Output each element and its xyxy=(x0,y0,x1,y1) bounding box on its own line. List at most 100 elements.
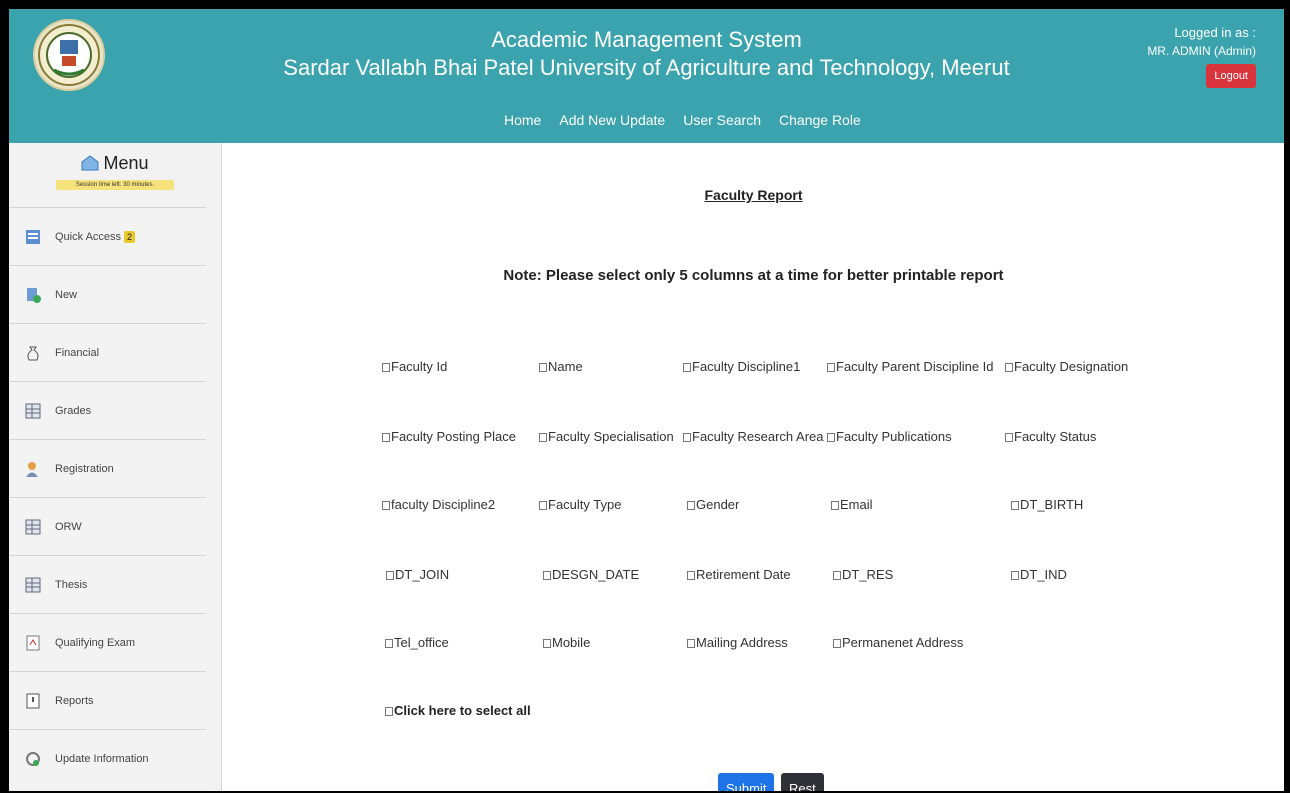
column-checkbox[interactable]: DT_RES xyxy=(833,567,893,582)
checkbox-box[interactable] xyxy=(543,571,551,580)
sidebar-item-orw[interactable]: ORW xyxy=(9,497,206,555)
sidebar-menu: Quick Access 2 New Financial Grades Regi… xyxy=(9,207,206,787)
column-checkbox[interactable]: Email xyxy=(831,497,873,512)
column-checkbox[interactable]: Faculty Specialisation xyxy=(539,429,674,444)
column-checkbox[interactable]: Faculty Type xyxy=(539,497,621,512)
column-checkbox[interactable]: DT_BIRTH xyxy=(1011,497,1083,512)
checkbox-label: Faculty Designation xyxy=(1014,359,1129,374)
nav-home[interactable]: Home xyxy=(495,112,550,128)
column-checkbox[interactable]: Name xyxy=(539,359,583,374)
checkbox-box[interactable] xyxy=(539,501,547,510)
checkbox-box[interactable] xyxy=(1005,363,1013,372)
sidebar-item-thesis[interactable]: Thesis xyxy=(9,555,206,613)
checkbox-label: DT_IND xyxy=(1020,567,1067,582)
sidebar-item-label: Thesis xyxy=(55,578,88,591)
checkbox-label: Email xyxy=(840,497,873,512)
checkbox-box[interactable] xyxy=(543,639,551,648)
column-checkbox[interactable]: DT_JOIN xyxy=(386,567,449,582)
column-checkbox[interactable]: Faculty Posting Place xyxy=(382,429,516,444)
checkbox-box[interactable] xyxy=(382,433,390,442)
sidebar-item-new[interactable]: New xyxy=(9,265,206,323)
sidebar-item-financial[interactable]: Financial xyxy=(9,323,206,381)
column-checkbox[interactable]: Faculty Status xyxy=(1005,429,1096,444)
grid-icon xyxy=(25,577,41,593)
note-text: Note: Please select only 5 columns at a … xyxy=(503,267,1004,284)
sidebar-item-registration[interactable]: Registration xyxy=(9,439,206,497)
checkbox-box[interactable] xyxy=(1011,501,1019,510)
column-checkbox[interactable]: Faculty Parent Discipline Id xyxy=(827,359,994,374)
checkbox-box[interactable] xyxy=(386,571,394,580)
sidebar-item-label: Registration xyxy=(55,462,114,475)
checkbox-label: Gender xyxy=(696,497,740,512)
grid-icon xyxy=(25,519,41,535)
login-info: Logged in as : MR. ADMIN (Admin) Logout xyxy=(1076,25,1256,88)
checkbox-box[interactable] xyxy=(687,639,695,648)
checkbox-box[interactable] xyxy=(833,571,841,580)
column-checkbox[interactable]: Faculty Discipline1 xyxy=(683,359,800,374)
top-nav: Home Add New Update User Search Change R… xyxy=(495,99,870,141)
money-bag-icon xyxy=(25,345,41,361)
grid-icon xyxy=(25,403,41,419)
submit-button[interactable]: Submit xyxy=(718,773,775,791)
checkbox-label: DESGN_DATE xyxy=(552,567,640,582)
checkbox-box[interactable] xyxy=(1011,571,1019,580)
checkbox-box[interactable] xyxy=(827,433,835,442)
column-checkbox[interactable]: Mobile xyxy=(543,635,590,650)
quick-access-icon xyxy=(25,229,41,245)
checkbox-box[interactable] xyxy=(687,501,695,510)
sidebar-item-update-information[interactable]: Update Information xyxy=(9,729,206,787)
sidebar-item-quick-access[interactable]: Quick Access 2 xyxy=(9,207,206,265)
column-checkbox[interactable]: DESGN_DATE xyxy=(543,567,639,582)
checkbox-label: Faculty Id xyxy=(391,359,448,374)
checkbox-box[interactable] xyxy=(833,639,841,648)
checkbox-label: Faculty Publications xyxy=(836,429,952,444)
checkbox-label: Tel_office xyxy=(394,635,449,650)
checkbox-box[interactable] xyxy=(827,363,835,372)
column-checkbox[interactable]: Faculty Id xyxy=(382,359,447,374)
column-checkbox[interactable]: Faculty Research Area xyxy=(683,429,824,444)
select-all-label: Click here to select all xyxy=(394,703,531,718)
column-checkbox[interactable]: Faculty Publications xyxy=(827,429,952,444)
column-checkbox[interactable]: faculty Discipline2 xyxy=(382,497,495,512)
checkbox-label: Faculty Discipline1 xyxy=(692,359,801,374)
checkbox-box[interactable] xyxy=(1005,433,1013,442)
checkbox-label: Faculty Specialisation xyxy=(548,429,674,444)
nav-user-search[interactable]: User Search xyxy=(674,112,770,128)
logout-button[interactable]: Logout xyxy=(1206,64,1256,88)
sidebar: Menu Session time left: 30 minutes. Quic… xyxy=(9,143,222,791)
column-checkbox[interactable]: Faculty Designation xyxy=(1005,359,1128,374)
checkbox-box[interactable] xyxy=(683,363,691,372)
user-icon xyxy=(25,461,41,477)
pdf-icon xyxy=(25,635,41,651)
column-checkbox[interactable]: Tel_office xyxy=(385,635,449,650)
column-checkbox[interactable]: Gender xyxy=(687,497,739,512)
sidebar-item-label: Financial xyxy=(55,346,100,359)
nav-add-new-update[interactable]: Add New Update xyxy=(550,112,674,128)
column-checkbox[interactable]: Mailing Address xyxy=(687,635,788,650)
nav-change-role[interactable]: Change Role xyxy=(770,112,870,128)
reset-button[interactable]: Rest xyxy=(781,773,824,791)
column-checkbox[interactable]: DT_IND xyxy=(1011,567,1067,582)
column-checkbox[interactable]: Permanenet Address xyxy=(833,635,963,650)
sidebar-item-qualifying-exam[interactable]: Qualifying Exam xyxy=(9,613,206,671)
checkbox-box[interactable] xyxy=(385,707,393,716)
checkbox-label: Faculty Posting Place xyxy=(391,429,517,444)
checkbox-box[interactable] xyxy=(385,639,393,648)
checkbox-box[interactable] xyxy=(539,433,547,442)
sidebar-item-grades[interactable]: Grades xyxy=(9,381,206,439)
column-checkbox[interactable]: Retirement Date xyxy=(687,567,791,582)
checkbox-box[interactable] xyxy=(683,433,691,442)
checkbox-box[interactable] xyxy=(687,571,695,580)
checkbox-box[interactable] xyxy=(539,363,547,372)
sidebar-item-label: New xyxy=(55,288,78,301)
checkbox-box[interactable] xyxy=(382,501,390,510)
sidebar-item-label: Quick Access xyxy=(55,230,122,243)
sidebar-item-reports[interactable]: Reports xyxy=(9,671,206,729)
sidebar-item-label: Qualifying Exam xyxy=(55,636,136,649)
checkbox-box[interactable] xyxy=(382,363,390,372)
checkbox-box[interactable] xyxy=(831,501,839,510)
checkbox-label: DT_BIRTH xyxy=(1020,497,1084,512)
select-all-checkbox[interactable]: Click here to select all xyxy=(385,703,531,718)
report-icon xyxy=(25,693,41,709)
checkbox-label: Retirement Date xyxy=(696,567,791,582)
